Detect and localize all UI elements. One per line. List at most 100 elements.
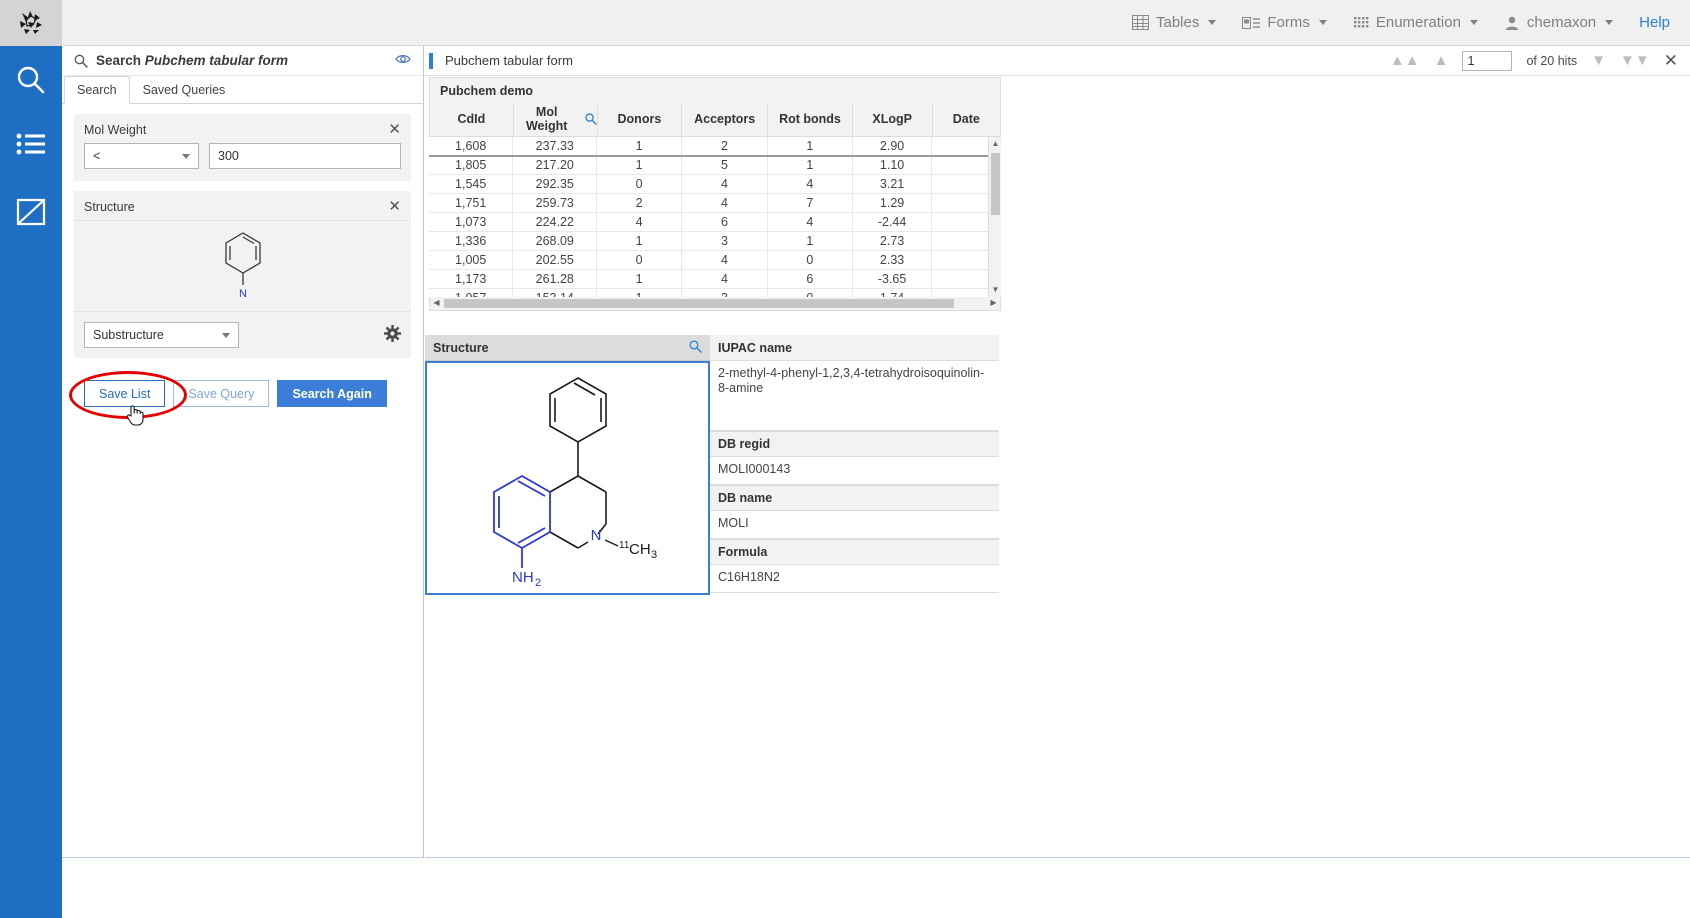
cell-rot-bonds: 1 (767, 137, 852, 156)
grid-title: Pubchem demo (429, 77, 1001, 103)
close-icon[interactable]: ✕ (388, 122, 401, 137)
detail-columns: Structure (425, 335, 1001, 595)
cell-acceptors: 4 (682, 251, 768, 270)
search-panel: Search Pubchem tabular form Search Saved… (62, 46, 424, 858)
rail-item-search[interactable] (9, 58, 53, 102)
table-row[interactable]: 1,005 202.55 0 4 0 2.33 (429, 251, 1001, 270)
vertical-scroll-thumb[interactable] (991, 153, 1000, 215)
close-icon[interactable]: ✕ (388, 199, 401, 214)
cell-rot-bonds: 1 (767, 232, 852, 251)
cell-rot-bonds: 1 (767, 156, 852, 175)
tab-search[interactable]: Search (64, 76, 130, 104)
structure-search-button[interactable] (689, 340, 702, 356)
property-header-formula: Formula (710, 539, 999, 565)
horizontal-scroll-thumb[interactable] (444, 299, 954, 308)
cell-donors: 1 (597, 137, 682, 156)
save-list-button[interactable]: Save List (84, 380, 165, 407)
cell-acceptors: 6 (682, 213, 768, 232)
cell-xlogp: 2.73 (852, 232, 932, 251)
rail-item-enumeration[interactable] (9, 190, 53, 234)
search-title-prefix: Search (96, 53, 145, 68)
rail-item-list[interactable] (9, 124, 53, 168)
cell-rot-bonds: 7 (767, 194, 852, 213)
chevron-up-icon[interactable]: ▲ (1434, 53, 1449, 68)
cell-cdid: 1,005 (429, 251, 513, 270)
nav-item-enumeration[interactable]: Enumeration (1353, 14, 1478, 31)
query-structure-drawing: N (208, 227, 278, 305)
chemaxon-logo-icon (16, 9, 46, 37)
table-row[interactable]: 1,957 153.14 1 3 0 1.74 (429, 289, 1001, 297)
form-panel: Pubchem tabular form ▲▲ ▲ of 20 hits ▼ ▼… (425, 46, 1690, 858)
cell-xlogp: 2.33 (852, 251, 932, 270)
search-action-buttons: Save List Save Query Search Again (74, 368, 411, 407)
grid-horizontal-scrollbar[interactable]: ◀ ▶ (429, 297, 1001, 311)
form-panel-title: Pubchem tabular form (445, 53, 573, 68)
property-header-db-name: DB name (710, 485, 999, 511)
column-header-cdid[interactable]: CdId (430, 103, 514, 136)
table-row[interactable]: 1,805 217.20 1 5 1 1.10 (429, 156, 1001, 175)
app-logo[interactable] (0, 0, 62, 46)
nav-item-tables[interactable]: Tables (1132, 14, 1216, 31)
search-tabs: Search Saved Queries (62, 76, 423, 104)
table-row[interactable]: 1,173 261.28 1 4 6 -3.65 (429, 270, 1001, 289)
pointing-hand-cursor-icon (126, 404, 144, 429)
cell-cdid: 1,608 (429, 137, 513, 156)
nav-label-tables: Tables (1156, 14, 1199, 31)
help-link[interactable]: Help (1639, 14, 1670, 31)
column-header-acceptors[interactable]: Acceptors (682, 103, 768, 136)
table-row[interactable]: 1,336 268.09 1 3 1 2.73 (429, 232, 1001, 251)
cell-acceptors: 4 (682, 194, 768, 213)
scroll-down-icon[interactable]: ▼ (989, 283, 1001, 297)
molecule-methyl-subscript-label: 3 (651, 549, 657, 561)
table-row[interactable]: 1,073 224.22 4 6 4 -2.44 (429, 213, 1001, 232)
chevron-down-icon[interactable]: ▼ (1591, 53, 1606, 68)
search-icon (74, 54, 88, 68)
scroll-left-icon[interactable]: ◀ (430, 297, 443, 309)
grid-vertical-scrollbar[interactable]: ▲ ▼ (988, 137, 1001, 297)
structure-sketch-area[interactable]: N (74, 220, 411, 312)
column-header-date[interactable]: Date (932, 103, 1000, 136)
nav-item-user[interactable]: chemaxon (1504, 14, 1613, 31)
double-chevron-down-icon[interactable]: ▼▼ (1620, 53, 1650, 68)
page-number-input[interactable] (1462, 51, 1512, 71)
form-accent-bar (429, 53, 433, 69)
column-header-xlogp[interactable]: XLogP (852, 103, 932, 136)
nav-label-user: chemaxon (1527, 14, 1596, 31)
cell-mol-weight: 202.55 (513, 251, 597, 270)
cell-rot-bonds: 6 (767, 270, 852, 289)
search-again-button[interactable]: Search Again (277, 380, 386, 407)
column-header-rot-bonds[interactable]: Rot bonds (768, 103, 853, 136)
chevron-down-icon (1470, 20, 1478, 25)
molweight-card-header: Mol Weight ✕ (74, 114, 411, 143)
column-header-donors[interactable]: Donors (597, 103, 682, 136)
list-icon (16, 133, 46, 159)
cell-acceptors: 4 (682, 270, 768, 289)
tab-saved-queries[interactable]: Saved Queries (130, 76, 239, 103)
column-header-mol-weight[interactable]: Mol Weight (513, 103, 597, 136)
nav-label-enumeration: Enumeration (1376, 14, 1461, 31)
column-label: Date (953, 112, 980, 126)
structure-display-box[interactable]: N 11 CH 3 NH 2 (425, 361, 710, 595)
scroll-right-icon[interactable]: ▶ (987, 297, 1000, 309)
molweight-operator-select[interactable]: < (84, 143, 199, 169)
table-row[interactable]: 1,608 237.33 1 2 1 2.90 (429, 137, 1001, 156)
molecule-nitrogen-label: N (590, 527, 601, 544)
search-type-select[interactable]: Substructure (84, 322, 239, 348)
table-row[interactable]: 1,751 259.73 2 4 7 1.29 (429, 194, 1001, 213)
cell-cdid: 1,751 (429, 194, 513, 213)
cell-cdid: 1,073 (429, 213, 513, 232)
property-value-db-name: MOLI (710, 511, 999, 539)
table-row[interactable]: 1,545 292.35 0 4 4 3.21 (429, 175, 1001, 194)
double-chevron-up-icon[interactable]: ▲▲ (1390, 53, 1420, 68)
close-icon[interactable]: ✕ (1664, 52, 1678, 69)
save-query-button[interactable]: Save Query (173, 380, 269, 407)
structure-settings-button[interactable] (384, 325, 401, 345)
grid-header-table: CdId Mol Weight Donors Acceptors (429, 103, 1001, 137)
cell-xlogp: 3.21 (852, 175, 932, 194)
molecule-amine-label: NH (512, 569, 534, 586)
nav-item-forms[interactable]: Forms (1242, 14, 1327, 31)
toggle-visibility-button[interactable] (395, 53, 411, 68)
column-label: CdId (457, 112, 485, 126)
scroll-up-icon[interactable]: ▲ (989, 137, 1001, 151)
molweight-value-input[interactable] (209, 143, 401, 169)
